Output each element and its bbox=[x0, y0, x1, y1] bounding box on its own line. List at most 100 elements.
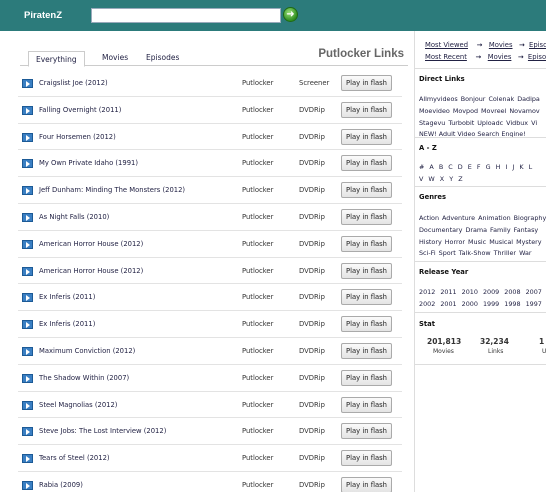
play-arrow-icon[interactable] bbox=[22, 373, 33, 383]
letter-link[interactable]: A bbox=[429, 163, 433, 171]
genre-link[interactable]: Musical bbox=[489, 238, 513, 246]
host-link[interactable]: Moevideo bbox=[419, 107, 450, 115]
most-recent-episodes-link[interactable]: Episodes bbox=[528, 53, 546, 61]
play-in-flash-button[interactable]: Play in flash bbox=[341, 450, 392, 467]
letter-link[interactable]: X bbox=[440, 175, 444, 183]
genre-link[interactable]: Biography bbox=[514, 214, 546, 222]
play-in-flash-button[interactable]: Play in flash bbox=[341, 182, 392, 199]
letter-link[interactable]: L bbox=[529, 163, 533, 171]
play-in-flash-button[interactable]: Play in flash bbox=[341, 423, 392, 440]
tab-everything[interactable]: Everything bbox=[28, 51, 85, 67]
year-link[interactable]: 2012 bbox=[419, 288, 435, 296]
play-arrow-icon[interactable] bbox=[22, 293, 33, 303]
tab-episodes[interactable]: Episodes bbox=[146, 50, 179, 66]
year-link[interactable]: 1997 bbox=[526, 300, 542, 308]
genre-link[interactable]: Horror bbox=[445, 238, 465, 246]
year-link[interactable]: 1999 bbox=[483, 300, 499, 308]
play-in-flash-button[interactable]: Play in flash bbox=[341, 369, 392, 386]
most-recent-link[interactable]: Most Recent bbox=[425, 53, 467, 61]
genre-link[interactable]: Animation bbox=[478, 214, 511, 222]
year-link[interactable]: 1998 bbox=[504, 300, 520, 308]
genre-link[interactable]: Mystery bbox=[516, 238, 541, 246]
play-arrow-icon[interactable] bbox=[22, 480, 33, 490]
movie-title-link[interactable]: American Horror House (2012) bbox=[39, 267, 143, 275]
letter-link[interactable]: B bbox=[439, 163, 443, 171]
play-arrow-icon[interactable] bbox=[22, 186, 33, 196]
letter-link[interactable]: W bbox=[428, 175, 434, 183]
year-link[interactable]: 2002 bbox=[419, 300, 435, 308]
play-in-flash-button[interactable]: Play in flash bbox=[341, 396, 392, 413]
letter-link[interactable]: D bbox=[458, 163, 463, 171]
play-in-flash-button[interactable]: Play in flash bbox=[341, 75, 392, 91]
host-link[interactable]: Novamov bbox=[509, 107, 539, 115]
movie-title-link[interactable]: The Shadow Within (2007) bbox=[39, 374, 129, 382]
movie-title-link[interactable]: Tears of Steel (2012) bbox=[39, 454, 110, 462]
play-arrow-icon[interactable] bbox=[22, 212, 33, 222]
genre-link[interactable]: Talk-Show bbox=[459, 249, 491, 257]
letter-link[interactable]: F bbox=[477, 163, 481, 171]
year-link[interactable]: 2000 bbox=[462, 300, 478, 308]
play-arrow-icon[interactable] bbox=[22, 454, 33, 464]
search-input[interactable] bbox=[91, 8, 281, 23]
letter-link[interactable]: # bbox=[419, 163, 424, 171]
play-in-flash-button[interactable]: Play in flash bbox=[341, 208, 392, 225]
genre-link[interactable]: Documentary bbox=[419, 226, 462, 234]
most-viewed-episodes-link[interactable]: Episodes bbox=[529, 41, 546, 49]
play-in-flash-button[interactable]: Play in flash bbox=[341, 342, 392, 359]
genre-link[interactable]: Fantasy bbox=[514, 226, 539, 234]
movie-title-link[interactable]: Jeff Dunham: Minding The Monsters (2012) bbox=[39, 186, 185, 194]
play-arrow-icon[interactable] bbox=[22, 427, 33, 437]
genre-link[interactable]: Sci-Fi bbox=[419, 249, 436, 257]
site-logo[interactable]: PiratenZ bbox=[24, 10, 62, 21]
most-recent-movies-link[interactable]: Movies bbox=[488, 53, 512, 61]
play-arrow-icon[interactable] bbox=[22, 239, 33, 249]
play-arrow-icon[interactable] bbox=[22, 79, 33, 88]
host-link[interactable]: Vidbux bbox=[506, 119, 528, 127]
host-link[interactable]: Colenak bbox=[488, 95, 514, 103]
letter-link[interactable]: V bbox=[419, 175, 423, 183]
play-in-flash-button[interactable]: Play in flash bbox=[341, 101, 392, 118]
host-link[interactable]: Movreel bbox=[481, 107, 506, 115]
genre-link[interactable]: War bbox=[519, 249, 531, 257]
year-link[interactable]: 2007 bbox=[526, 288, 542, 296]
host-link[interactable]: Stagevu bbox=[419, 119, 445, 127]
movie-title-link[interactable]: As Night Falls (2010) bbox=[39, 213, 109, 221]
host-link[interactable]: Movpod bbox=[453, 107, 478, 115]
play-in-flash-button[interactable]: Play in flash bbox=[341, 262, 392, 279]
play-arrow-icon[interactable] bbox=[22, 346, 33, 356]
movie-title-link[interactable]: Craigslist Joe (2012) bbox=[39, 79, 108, 87]
letter-link[interactable]: J bbox=[512, 163, 514, 171]
genre-link[interactable]: Adventure bbox=[442, 214, 475, 222]
play-arrow-icon[interactable] bbox=[22, 159, 33, 169]
movie-title-link[interactable]: Steve Jobs: The Lost Interview (2012) bbox=[39, 427, 166, 435]
movie-title-link[interactable]: American Horror House (2012) bbox=[39, 240, 143, 248]
play-arrow-icon[interactable] bbox=[22, 266, 33, 276]
play-in-flash-button[interactable]: Play in flash bbox=[341, 235, 392, 252]
genre-link[interactable]: Action bbox=[419, 214, 439, 222]
host-link[interactable]: Dadipa bbox=[517, 95, 540, 103]
movie-title-link[interactable]: Rabia (2009) bbox=[39, 481, 83, 489]
movie-title-link[interactable]: Steel Magnolias (2012) bbox=[39, 401, 117, 409]
genre-link[interactable]: Music bbox=[468, 238, 486, 246]
year-link[interactable]: 2010 bbox=[462, 288, 478, 296]
play-arrow-icon[interactable] bbox=[22, 400, 33, 410]
play-in-flash-button[interactable]: Play in flash bbox=[341, 476, 392, 492]
movie-title-link[interactable]: My Own Private Idaho (1991) bbox=[39, 159, 138, 167]
movie-title-link[interactable]: Four Horsemen (2012) bbox=[39, 133, 116, 141]
year-link[interactable]: 2011 bbox=[440, 288, 456, 296]
most-viewed-link[interactable]: Most Viewed bbox=[425, 41, 468, 49]
host-link[interactable]: Bonjour bbox=[461, 95, 486, 103]
year-link[interactable]: 2008 bbox=[504, 288, 520, 296]
host-link[interactable]: Turbobit bbox=[448, 119, 474, 127]
letter-link[interactable]: E bbox=[468, 163, 472, 171]
letter-link[interactable]: G bbox=[486, 163, 491, 171]
play-arrow-icon[interactable] bbox=[22, 105, 33, 115]
most-viewed-movies-link[interactable]: Movies bbox=[489, 41, 513, 49]
play-in-flash-button[interactable]: Play in flash bbox=[341, 289, 392, 306]
play-arrow-icon[interactable] bbox=[22, 320, 33, 330]
genre-link[interactable]: Family bbox=[490, 226, 511, 234]
play-arrow-icon[interactable] bbox=[22, 132, 33, 142]
play-in-flash-button[interactable]: Play in flash bbox=[341, 128, 392, 145]
year-link[interactable]: 2009 bbox=[483, 288, 499, 296]
genre-link[interactable]: Sport bbox=[439, 249, 456, 257]
